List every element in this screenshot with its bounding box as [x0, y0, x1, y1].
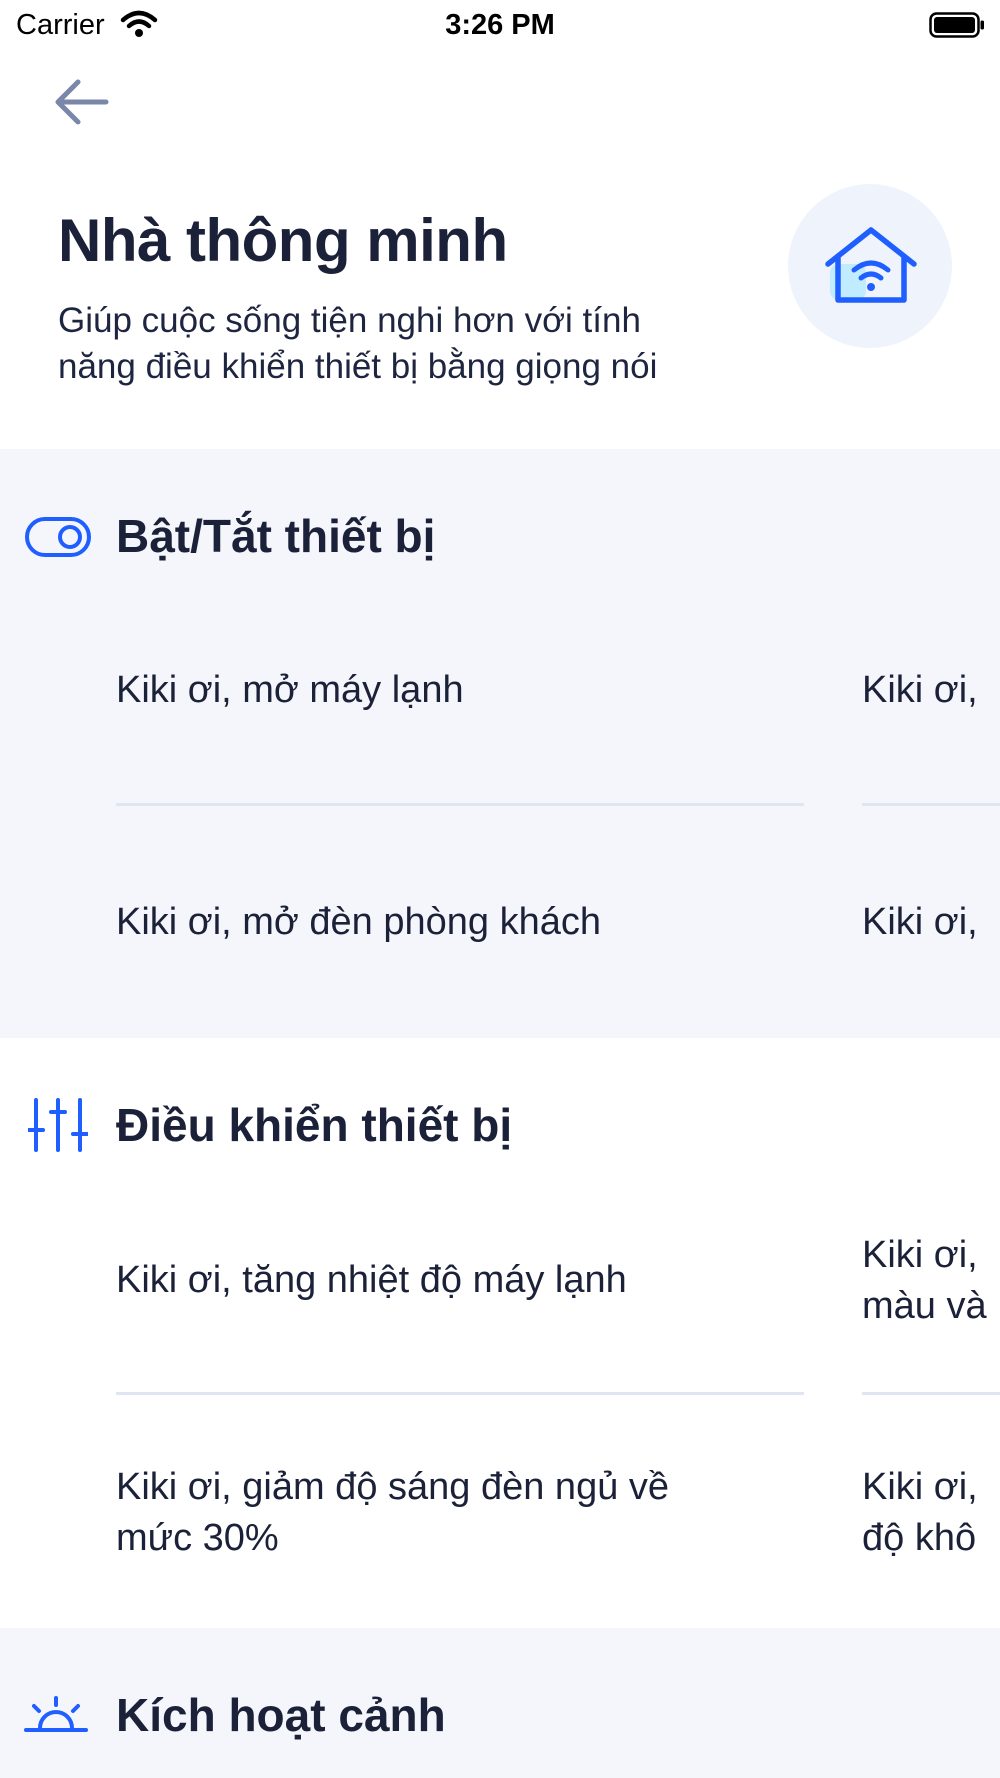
divider	[116, 803, 804, 806]
section-title: Điều khiển thiết bị	[116, 1099, 513, 1151]
section-device-control: Điều khiển thiết bị Kiki ơi, tăng nhiệt …	[0, 1038, 1000, 1628]
toggle-icon	[25, 517, 91, 557]
smart-home-badge	[788, 184, 952, 348]
command-card[interactable]: Kiki ơi, giảm độ sáng đèn ngủ về mức 30%	[116, 1462, 669, 1564]
command-card[interactable]: Kiki ơi, màu và	[862, 1230, 987, 1332]
subtitle-line-1: Giúp cuộc sống tiện nghi hơn với tính	[58, 301, 641, 340]
divider	[862, 1392, 1000, 1395]
command-card[interactable]: Kiki ơi, mở đèn phòng khách	[116, 897, 601, 948]
status-bar: Carrier 3:26 PM	[0, 0, 1000, 50]
arrow-left-icon	[55, 79, 109, 125]
command-card[interactable]: Kiki ơi, tăng nhiệt độ máy lạnh	[116, 1255, 627, 1306]
divider	[116, 1392, 804, 1395]
command-card[interactable]: Kiki ơi, mở máy lạnh	[116, 665, 464, 716]
section-scenes: Kích hoạt cảnh	[0, 1628, 1000, 1778]
page-subtitle: Giúp cuộc sống tiện nghi hơn với tính nă…	[58, 298, 778, 390]
section-title: Kích hoạt cảnh	[116, 1689, 446, 1741]
divider	[862, 803, 1000, 806]
section-on-off: Bật/Tắt thiết bị Kiki ơi, mở máy lạnh Ki…	[0, 449, 1000, 1038]
status-time: 3:26 PM	[445, 9, 555, 41]
command-card[interactable]: Kiki ơi,	[862, 897, 978, 948]
sliders-icon	[28, 1098, 88, 1152]
subtitle-line-2: năng điều khiển thiết bị bằng giọng nói	[58, 347, 658, 386]
command-card[interactable]: Kiki ơi, độ khô	[862, 1462, 978, 1564]
page-title: Nhà thông minh	[58, 207, 508, 274]
back-button[interactable]	[44, 72, 116, 132]
battery-icon	[929, 12, 984, 38]
command-card[interactable]: Kiki ơi,	[862, 665, 978, 716]
section-title: Bật/Tắt thiết bị	[116, 510, 436, 562]
smart-home-wifi-icon	[825, 227, 917, 303]
sunrise-icon	[24, 1696, 88, 1732]
